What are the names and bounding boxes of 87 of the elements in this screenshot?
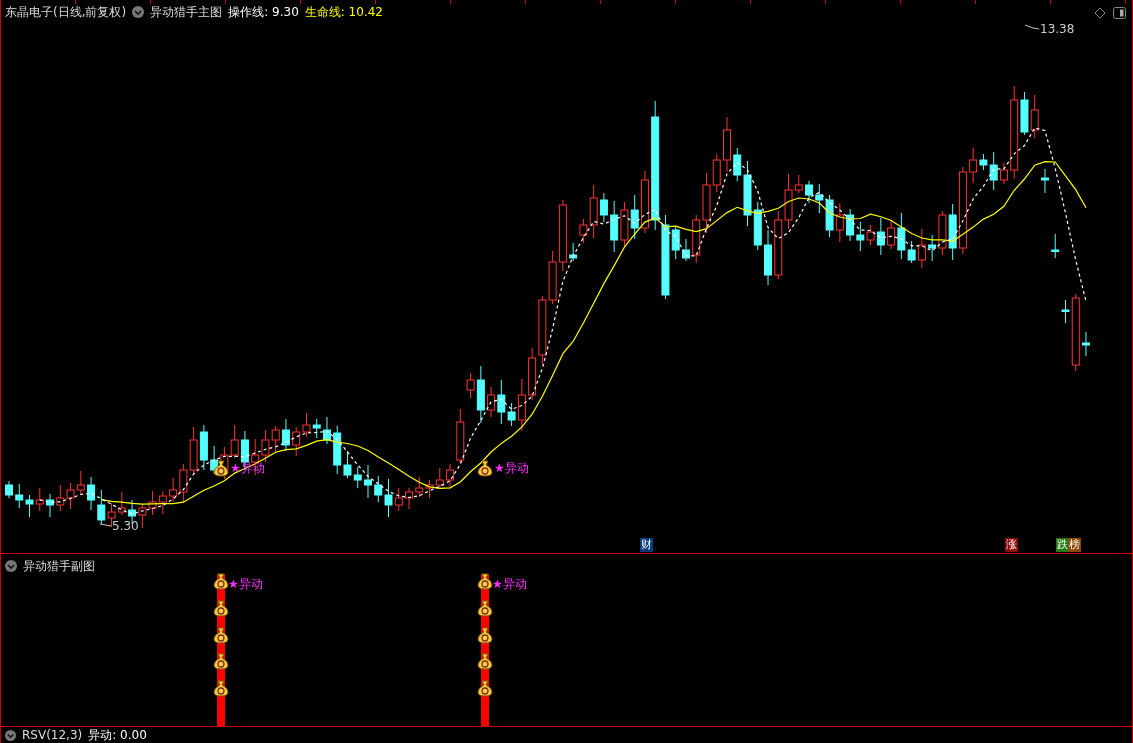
- candlestick: [610, 200, 619, 253]
- dropdown-icon[interactable]: [5, 729, 16, 741]
- candlestick: [230, 424, 239, 459]
- dropdown-icon[interactable]: [132, 6, 145, 18]
- candlestick: [15, 483, 24, 509]
- money-bag-icon: [213, 627, 229, 644]
- money-bag-icon: [477, 460, 493, 477]
- candlestick: [1040, 168, 1049, 194]
- signal-label: ★异动: [228, 576, 263, 593]
- candlestick: [692, 214, 701, 264]
- signal-label: ★异动: [494, 460, 529, 477]
- candlestick: [435, 467, 444, 490]
- indicator-value: 操作线: 9.30: [228, 3, 299, 21]
- candlestick: [353, 466, 362, 489]
- indicator-value: 异动: 0.00: [88, 726, 147, 743]
- candlestick: [405, 487, 414, 510]
- candlestick: [97, 489, 106, 525]
- candlestick: [56, 484, 65, 512]
- money-bag-icon: [213, 680, 229, 697]
- candlestick: [35, 487, 44, 512]
- candlestick: [538, 295, 547, 366]
- candlestick: [825, 194, 834, 238]
- candlestick: [1082, 331, 1090, 357]
- candlestick: [548, 250, 557, 305]
- candlestick: [1030, 94, 1039, 139]
- candlestick: [630, 194, 639, 240]
- candlestick: [1051, 233, 1060, 259]
- candlestick: [138, 503, 147, 529]
- candlestick: [640, 170, 649, 234]
- candlestick: [764, 229, 773, 286]
- candlestick: [271, 425, 280, 453]
- candlestick: [374, 475, 383, 503]
- candlestick: [835, 202, 844, 243]
- money-bag-icon: [213, 600, 229, 617]
- money-bag-icon: [213, 573, 229, 590]
- signal-label: ★异动: [492, 576, 527, 593]
- candlestick: [415, 476, 424, 498]
- low-price-label: 5.30: [112, 519, 139, 533]
- candlestick: [774, 210, 783, 280]
- money-bag-icon: [477, 600, 493, 617]
- candlestick: [199, 424, 208, 471]
- candlestick: [158, 490, 167, 515]
- diamond-icon[interactable]: [1094, 7, 1106, 19]
- dropdown-icon[interactable]: [5, 560, 17, 572]
- money-bag-icon: [213, 653, 229, 670]
- candlestick: [66, 482, 75, 510]
- candlestick: [302, 412, 311, 438]
- candlestick: [620, 201, 629, 247]
- money-bag-icon: [213, 460, 229, 477]
- candlestick: [723, 116, 731, 173]
- high-price-label: 13.38: [1040, 22, 1075, 36]
- indicator-value: 生命线: 10.42: [304, 3, 383, 21]
- event-badge[interactable]: 榜: [1068, 538, 1081, 552]
- money-bag-icon: [477, 627, 493, 644]
- candlestick: [76, 470, 85, 496]
- panel-title[interactable]: RSV(12,3): [22, 728, 83, 742]
- candlestick: [856, 221, 865, 252]
- candlestick: [281, 418, 290, 452]
- indicator-name[interactable]: 异动猎手主图: [150, 3, 223, 21]
- candlestick: [753, 201, 762, 251]
- event-badge[interactable]: 涨: [1005, 538, 1018, 552]
- candlestick: [189, 426, 198, 476]
- panel-title[interactable]: 异动猎手副图: [23, 557, 95, 575]
- event-badge[interactable]: 财: [640, 538, 653, 552]
- candlestick: [87, 476, 96, 511]
- candlestick: [425, 479, 434, 499]
- stock-title: 东晶电子(日线,前复权): [5, 3, 127, 21]
- candlestick: [569, 242, 578, 262]
- candlestick: [322, 416, 331, 445]
- candlestick: [312, 418, 321, 439]
- money-bag-icon: [477, 653, 493, 670]
- panel-toggle-icon[interactable]: [1113, 7, 1126, 19]
- candlestick: [364, 464, 372, 499]
- money-bag-icon: [477, 573, 493, 590]
- candlestick: [5, 480, 13, 499]
- candlestick: [210, 445, 219, 475]
- candlestick: [528, 347, 537, 401]
- candlestick: [117, 491, 126, 516]
- candlestick: [148, 490, 157, 516]
- candlestick: [46, 493, 55, 518]
- candlestick: [805, 180, 814, 204]
- candlestick: [292, 426, 301, 457]
- candlestick: [261, 429, 270, 463]
- candlestick: [815, 183, 824, 214]
- candlestick: [25, 494, 34, 518]
- money-bag-icon: [477, 680, 493, 697]
- candlestick: [846, 208, 855, 242]
